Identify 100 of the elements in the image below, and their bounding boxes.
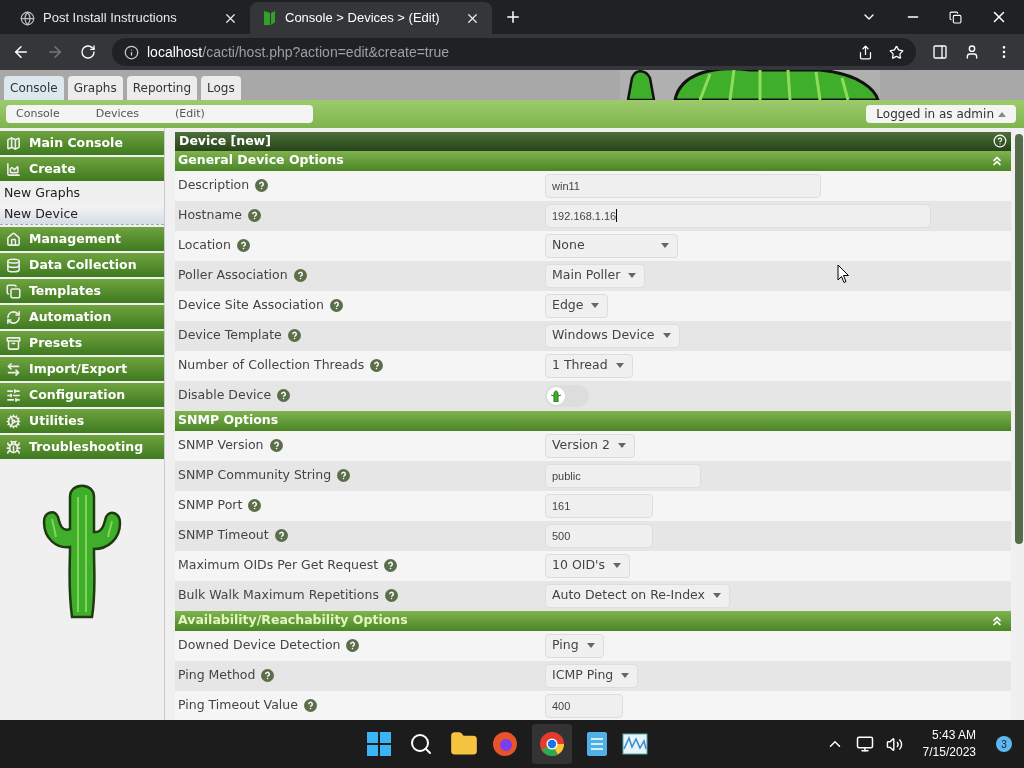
field-label: Location (178, 236, 231, 255)
folder-icon[interactable] (450, 730, 478, 758)
new-tab-icon[interactable] (504, 8, 522, 26)
help-icon[interactable] (248, 499, 262, 513)
monitor-graph-icon[interactable] (622, 733, 648, 755)
start-icon[interactable] (366, 731, 392, 757)
nav-tab[interactable]: Graphs (67, 76, 123, 100)
notepad-icon[interactable] (585, 730, 609, 758)
reload-icon[interactable] (80, 44, 96, 60)
text-field[interactable]: 161 (545, 493, 653, 518)
text-field[interactable]: 500 (545, 523, 653, 548)
sidebar-section[interactable]: Import/Export (0, 357, 164, 381)
select-dropdown[interactable]: Auto Detect on Re-Index (545, 583, 730, 608)
select-dropdown[interactable]: Ping (545, 633, 604, 658)
chrome-icon (539, 731, 565, 757)
help-icon[interactable] (329, 299, 343, 313)
back-icon[interactable] (12, 43, 30, 61)
caret-icon (586, 643, 595, 649)
globe-icon (20, 10, 35, 26)
help-icon[interactable] (303, 699, 317, 713)
help-icon[interactable] (384, 559, 398, 573)
select-dropdown[interactable]: 10 OID's (545, 553, 630, 578)
text-field[interactable]: 192.168.1.16 (545, 203, 931, 228)
help-icon[interactable] (346, 639, 360, 653)
field-label: SNMP Community String (178, 466, 332, 485)
help-icon[interactable] (236, 239, 250, 253)
sidebar-section[interactable]: Troubleshooting (0, 435, 164, 459)
chrome-taskbar-button[interactable] (532, 724, 572, 764)
sidebar-section[interactable]: Data Collection (0, 253, 164, 277)
cactus-icon (262, 10, 277, 26)
caret-icon (621, 673, 630, 679)
star-icon[interactable] (889, 44, 904, 60)
select-dropdown[interactable]: None (545, 233, 678, 258)
help-icon[interactable] (255, 179, 269, 193)
scrollbar-thumb[interactable] (1015, 134, 1023, 544)
search-icon[interactable] (409, 732, 433, 756)
field-label: Bulk Walk Maximum Repetitions (178, 586, 379, 605)
address-field[interactable]: localhost/cacti/host.php?action=edit&create=true (112, 38, 916, 66)
sidebar-section[interactable]: Presets (0, 331, 164, 355)
browser-tab[interactable]: Console > Devices > (Edit) (250, 2, 492, 34)
forward-icon[interactable] (46, 43, 64, 61)
caret-icon (662, 333, 671, 339)
sidebar-section[interactable]: Main Console (0, 131, 164, 155)
map-icon (6, 135, 21, 151)
field-label: Ping Timeout Value (178, 696, 298, 715)
text-field[interactable]: 400 (545, 693, 623, 718)
nav-tab[interactable]: Reporting (126, 76, 198, 100)
help-icon[interactable] (384, 589, 398, 603)
profile-icon[interactable] (964, 44, 980, 60)
archive-icon (6, 335, 21, 351)
help-icon[interactable] (261, 669, 275, 683)
clock-date[interactable]: 7/15/2023 (922, 744, 976, 761)
sidebar-section[interactable]: Automation (0, 305, 164, 329)
arrows-icon (6, 361, 21, 377)
caret-icon (617, 443, 626, 449)
network-icon[interactable] (855, 735, 874, 753)
copy-icon (6, 283, 21, 299)
firefox-icon[interactable] (491, 730, 519, 758)
side-panel-icon[interactable] (932, 44, 948, 60)
sidebar-section[interactable]: Templates (0, 279, 164, 303)
clock-time[interactable]: 5:43 AM (931, 727, 976, 744)
help-icon[interactable] (337, 469, 351, 483)
notification-badge[interactable]: 3 (996, 736, 1012, 752)
toggle-switch[interactable] (545, 384, 589, 407)
volume-icon[interactable] (885, 735, 903, 753)
toggle-knob (547, 386, 565, 405)
help-icon[interactable] (293, 269, 307, 283)
field-label: Description (178, 176, 250, 195)
help-icon[interactable] (993, 134, 1007, 149)
sidebar-section[interactable]: Utilities (0, 409, 164, 433)
share-icon[interactable] (858, 44, 873, 60)
sidebar-item[interactable]: New Device (0, 205, 164, 225)
nav-tab[interactable]: Logs (201, 76, 241, 100)
select-dropdown[interactable]: ICMP Ping (545, 663, 639, 688)
help-icon[interactable] (247, 209, 261, 223)
restore-icon[interactable] (949, 10, 962, 24)
sidebar-section[interactable]: Configuration (0, 383, 164, 407)
select-dropdown[interactable]: Version 2 (545, 433, 635, 458)
text-field[interactable]: win11 (545, 173, 821, 198)
browser-tab[interactable]: Post Install Instructions (8, 2, 250, 34)
sidebar-section[interactable]: Create (0, 157, 164, 181)
help-icon[interactable] (287, 329, 301, 343)
help-icon[interactable] (370, 359, 384, 373)
nav-tab[interactable]: Console (4, 76, 64, 100)
select-dropdown[interactable]: Main Poller (545, 263, 646, 288)
sidebar-section[interactable]: Management (0, 227, 164, 251)
form-title: Device [new] (179, 132, 271, 150)
user-menu[interactable]: Logged in as admin (866, 105, 1016, 123)
breadcrumb-link[interactable]: Console (16, 105, 80, 123)
help-icon[interactable] (277, 389, 291, 403)
select-dropdown[interactable]: Windows Device (545, 323, 680, 348)
breadcrumb-link[interactable]: Devices (95, 105, 160, 123)
info-icon[interactable] (124, 44, 139, 60)
breadcrumb-link[interactable]: (Edit) (175, 105, 225, 123)
help-icon[interactable] (269, 439, 283, 453)
select-dropdown[interactable]: 1 Thread (545, 353, 633, 378)
help-icon[interactable] (274, 529, 288, 543)
text-field[interactable]: public (545, 463, 701, 488)
field-label: SNMP Port (178, 496, 243, 515)
select-dropdown[interactable]: Edge (545, 293, 609, 318)
